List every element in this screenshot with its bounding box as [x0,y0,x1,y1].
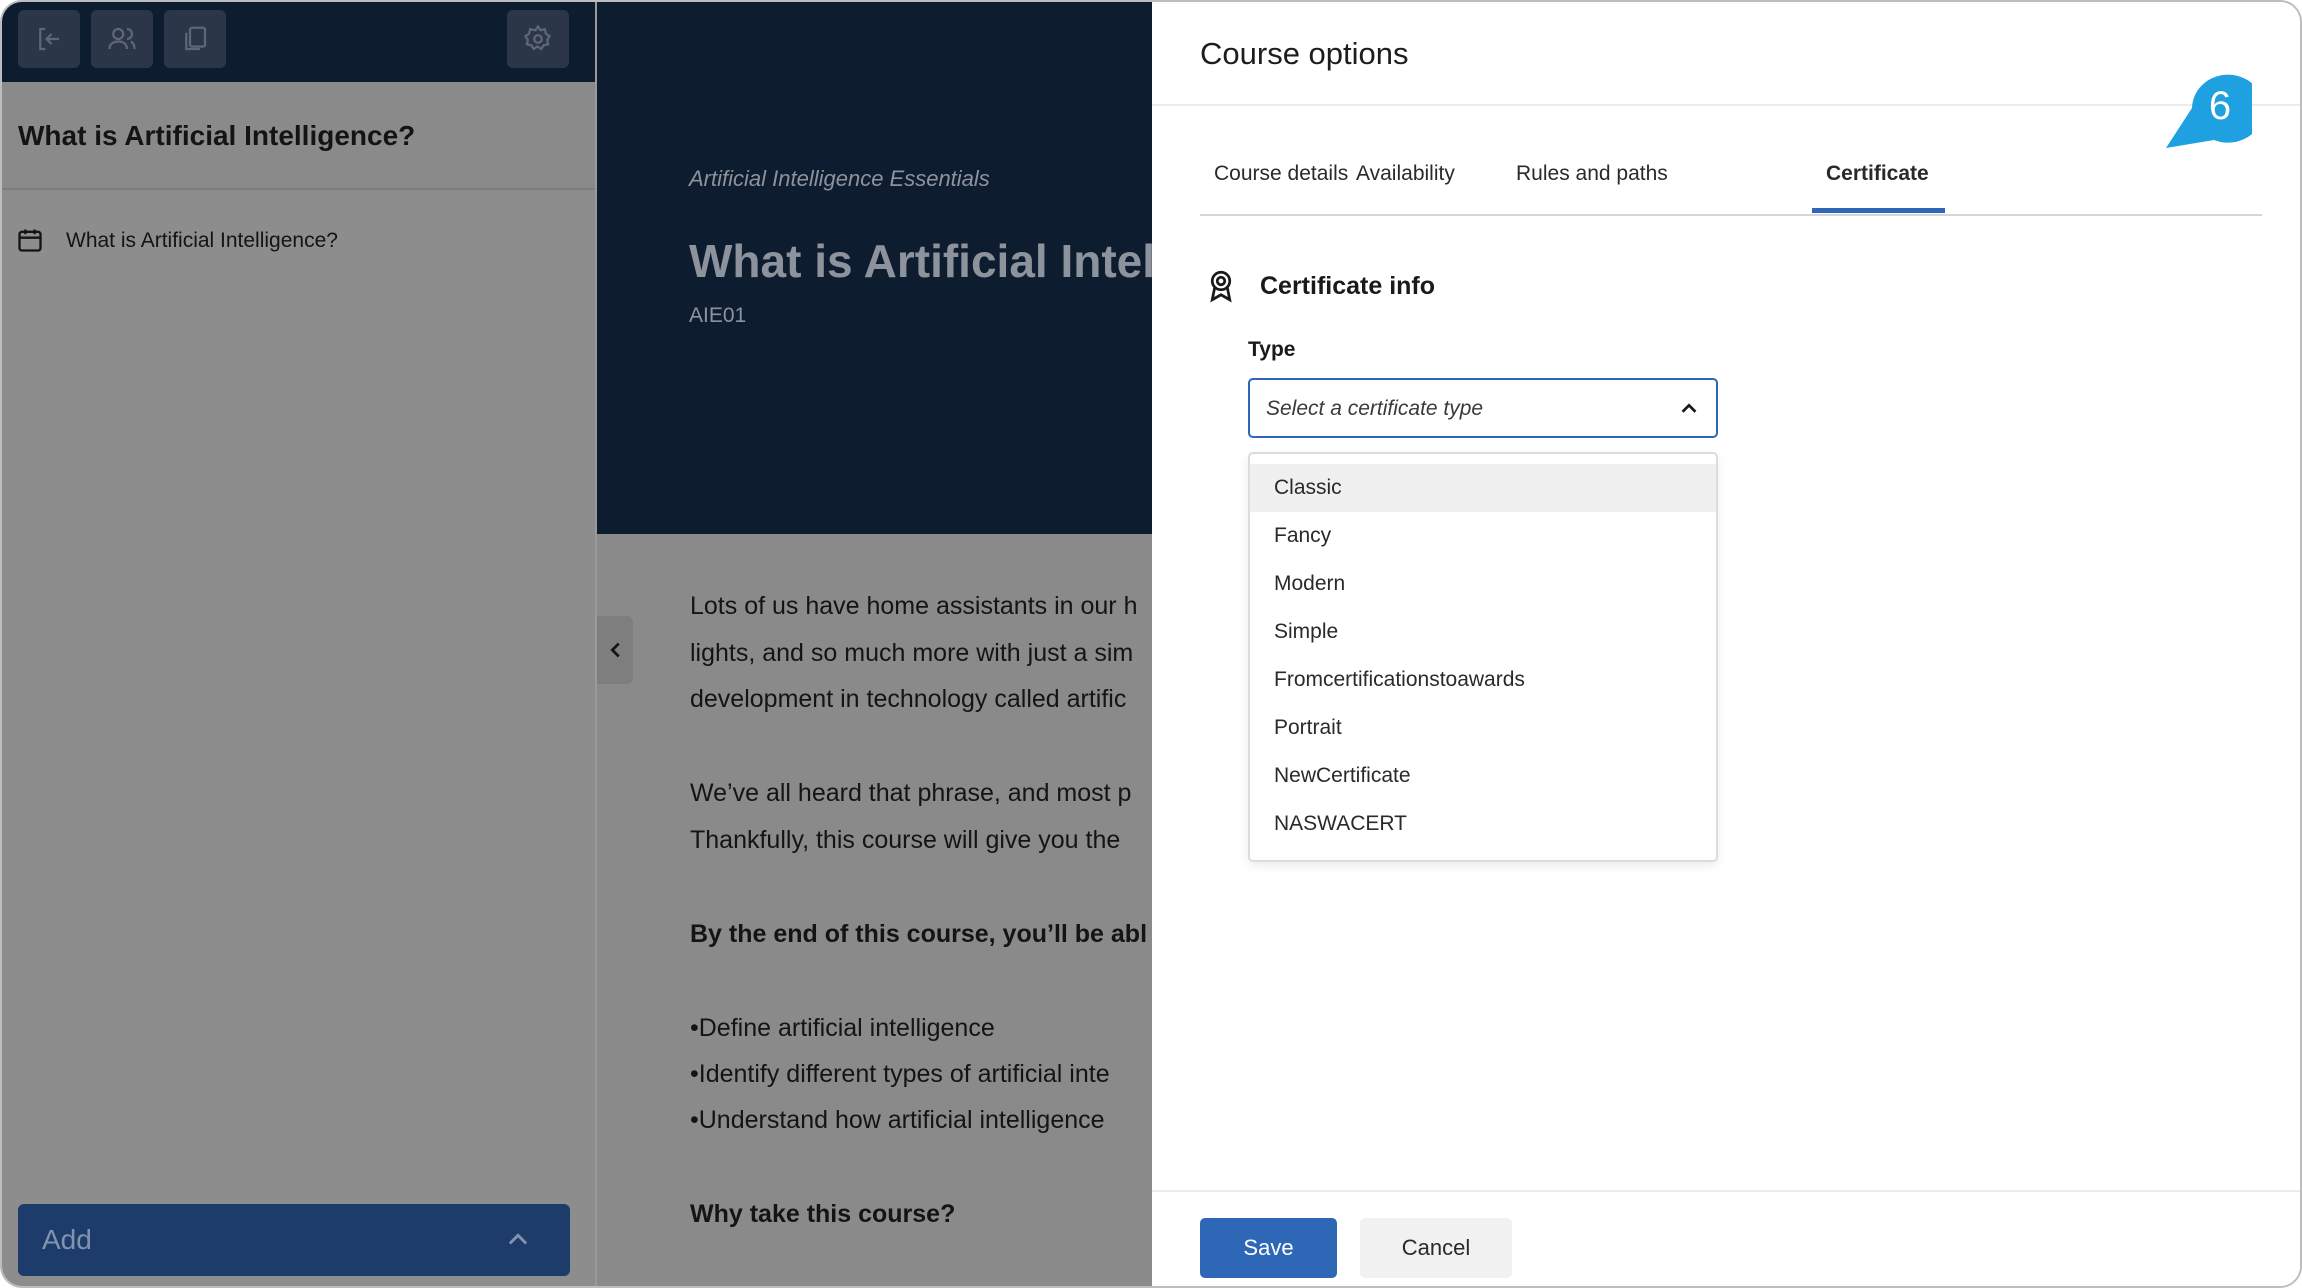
app-window: What is Artificial Intelligence? What is… [0,0,2302,1288]
dropdown-option-simple[interactable]: Simple [1250,608,1716,656]
cancel-button[interactable]: Cancel [1360,1218,1512,1278]
panel-title: Course options [1200,36,1409,71]
panel-header: Course options [1152,2,2300,106]
bullet-item: •Define artificial intelligence [690,1014,995,1042]
collapse-sidebar-button[interactable] [597,616,633,684]
course-title: What is Artificial Intell [689,235,1152,287]
certificate-type-select[interactable]: Select a certificate type [1248,378,1718,438]
tab-rules-and-paths[interactable]: Rules and paths [1516,162,1668,186]
type-label: Type [1248,338,1296,361]
dropdown-option-fancy[interactable]: Fancy [1250,512,1716,560]
tab-course-details[interactable]: Course details [1214,162,1348,186]
dropdown-option-fromcertificationstoawards[interactable]: Fromcertificationstoawards [1250,656,1716,704]
body-line: Thankfully, this course will give you th… [690,826,1121,854]
award-icon [1210,270,1232,303]
body-line: Lots of us have home assistants in our h [690,592,1138,620]
users-button[interactable] [91,10,153,68]
sidebar-item-lesson[interactable]: What is Artificial Intelligence? [2,212,595,270]
copy-icon [185,26,207,51]
dropdown-option-portrait[interactable]: Portrait [1250,704,1716,752]
certificate-info-title: Certificate info [1260,272,1436,300]
body-line: lights, and so much more with just a sim [690,639,1134,667]
save-button[interactable]: Save [1200,1218,1337,1278]
dropdown-option-newcertificate[interactable]: NewCertificate [1250,752,1716,800]
select-placeholder: Select a certificate type [1266,397,1484,420]
certificate-type-dropdown: Classic Fancy Modern Simple Fromcertific… [1248,452,1718,862]
panel-footer: Save Cancel [1152,1190,2300,1286]
chevron-up-icon [508,1233,528,1245]
dropdown-option-classic[interactable]: Classic [1250,464,1716,512]
settings-button[interactable] [507,10,569,68]
body-heading: Why take this course? [690,1200,956,1228]
sidebar-title-row: What is Artificial Intelligence? [2,82,595,190]
copy-button[interactable] [164,10,226,68]
bullet-item: •Understand how artificial intelligence [690,1106,1105,1134]
course-hero: Artificial Intelligence Essentials What … [597,2,1152,534]
dropdown-option-modern[interactable]: Modern [1250,560,1716,608]
sidebar-item-label: What is Artificial Intelligence? [66,229,338,252]
tab-availability[interactable]: Availability [1356,162,1455,186]
add-label: Add [42,1224,92,1255]
chevron-left-icon [610,642,620,658]
add-button[interactable]: Add [18,1204,570,1276]
exit-icon [39,27,59,51]
sidebar-title: What is Artificial Intelligence? [18,120,416,151]
course-outline-sidebar: What is Artificial Intelligence? What is… [2,2,597,1286]
exit-button[interactable] [18,10,80,68]
bullet-item: •Identify different types of artificial … [690,1060,1110,1088]
body-line: We’ve all heard that phrase, and most p [690,779,1132,807]
gear-icon [523,24,552,51]
chevron-up-icon [1681,403,1697,413]
users-icon [108,27,136,50]
tab-bar: Course details Availability Rules and pa… [1200,142,2262,216]
course-code: AIE01 [689,304,747,327]
sidebar-toolbar [2,2,595,82]
step-badge: 6 [2166,74,2252,148]
step-number: 6 [2209,84,2231,128]
course-preview: Artificial Intelligence Essentials What … [597,2,1152,1286]
course-options-panel: Course options Course details Availabili… [1152,2,2300,1286]
body-heading: By the end of this course, you’ll be abl [690,920,1148,948]
calendar-icon [18,229,42,252]
course-subtitle: Artificial Intelligence Essentials [689,166,990,191]
tab-certificate[interactable]: Certificate [1826,162,1929,186]
body-line: development in technology called artific [690,685,1127,713]
dropdown-option-naswacert[interactable]: NASWACERT [1250,800,1716,848]
active-tab-indicator [1812,208,1945,213]
